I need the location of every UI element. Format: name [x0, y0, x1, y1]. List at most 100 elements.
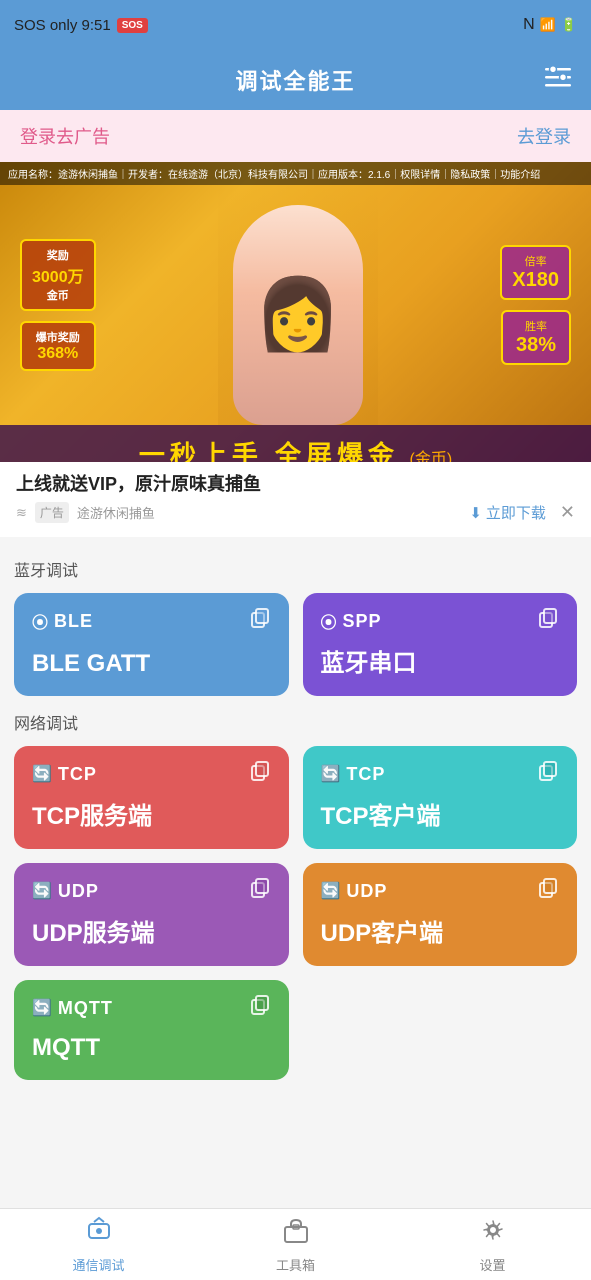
udp-server-button[interactable]: 🔄 UDP UDP服务端: [14, 863, 289, 966]
tcp-client-top: 🔄 TCP: [321, 760, 560, 788]
tcp-server-badge-text: TCP: [58, 764, 97, 785]
ble-btn-top: ⦿ BLE: [32, 607, 271, 635]
prize-box-1: 奖励 3000万 金币: [20, 239, 96, 311]
ad-top-bar: 应用名称：途游休闲捕鱼｜开发者：在线途游（北京）科技有限公司｜应用版本：2.1.…: [0, 162, 591, 185]
ad-prizes-left: 奖励 3000万 金币 爆市奖励 368%: [20, 239, 96, 371]
network-section-label: 网络调试: [14, 710, 577, 734]
mqtt-icon: 🔄: [32, 998, 53, 1018]
rate-box-1: 倍率 X180: [500, 245, 571, 300]
status-carrier: SOS only 9:51 SOS: [14, 17, 148, 34]
mqtt-top: 🔄 MQTT: [32, 994, 271, 1022]
nav-settings[interactable]: 设置: [394, 1216, 591, 1274]
udp-client-name: UDP客户端: [321, 913, 560, 948]
ad-source-name: 途游休闲捕鱼: [77, 503, 155, 522]
tcp-client-button[interactable]: 🔄 TCP TCP客户端: [303, 746, 578, 849]
mqtt-button[interactable]: 🔄 MQTT MQTT: [14, 980, 289, 1080]
ble-name: BLE GATT: [32, 650, 271, 678]
ad-title: 上线就送VIP，原汁原味真捕鱼: [0, 462, 591, 500]
prize-unit: 金币: [32, 287, 84, 303]
spp-button[interactable]: ⦿ SPP 蓝牙串口: [303, 593, 578, 696]
ble-badge: ⦿ BLE: [32, 609, 93, 633]
toolbox-icon: [282, 1216, 310, 1251]
ad-slogan-sub: (金币): [410, 451, 453, 462]
bluetooth-grid: ⦿ BLE BLE GATT ⦿ SPP: [14, 593, 577, 696]
tcp-client-badge: 🔄 TCP: [321, 764, 386, 785]
tcp-client-badge-text: TCP: [346, 764, 385, 785]
prize-num: 3000万: [32, 263, 84, 287]
copy-icon-ble[interactable]: [249, 607, 271, 635]
prize2-label: 爆市奖励: [32, 329, 84, 345]
status-bar: SOS only 9:51 SOS N 📶 🔋: [0, 0, 591, 50]
go-login-button[interactable]: 去登录: [517, 123, 571, 149]
ad-icon: ≋: [16, 505, 27, 521]
nav-toolbox[interactable]: 工具箱: [197, 1216, 394, 1274]
udp-server-name: UDP服务端: [32, 913, 271, 948]
copy-icon-tcp-server[interactable]: [249, 760, 271, 788]
ble-badge-text: BLE: [54, 611, 93, 632]
ad-slogan-main: 一秒上手 全屏爆金: [139, 440, 399, 462]
network-grid: 🔄 TCP TCP服务端 🔄 TCP: [14, 746, 577, 966]
copy-icon-tcp-client[interactable]: [537, 760, 559, 788]
ad-card: 应用名称：途游休闲捕鱼｜开发者：在线途游（北京）科技有限公司｜应用版本：2.1.…: [0, 162, 591, 537]
tcp-server-badge: 🔄 TCP: [32, 764, 97, 785]
udp-server-badge: 🔄 UDP: [32, 881, 99, 902]
copy-icon-spp[interactable]: [537, 607, 559, 635]
mqtt-badge: 🔄 MQTT: [32, 998, 113, 1019]
mqtt-badge-text: MQTT: [58, 998, 113, 1019]
comm-label: 通信调试: [72, 1255, 124, 1274]
main-content: 蓝牙调试 ⦿ BLE BLE GATT ⦿: [0, 537, 591, 1174]
tcp-server-icon: 🔄: [32, 764, 53, 784]
spp-badge: ⦿ SPP: [321, 609, 382, 633]
status-icons: N 📶 🔋: [523, 16, 577, 34]
tcp-server-name: TCP服务端: [32, 796, 271, 831]
app-title: 调试全能王: [235, 64, 355, 96]
bluetooth-icon: ⦿: [32, 609, 49, 633]
download-button[interactable]: ⬇ 立即下载: [469, 502, 546, 523]
mqtt-grid: 🔄 MQTT MQTT: [14, 980, 577, 1080]
ad-center: 奖励 3000万 金币 爆市奖励 368% 👩 倍率 X180: [0, 185, 591, 425]
wifi-icon: 🔋: [561, 17, 577, 33]
copy-icon-udp-client[interactable]: [537, 877, 559, 905]
ble-gatt-button[interactable]: ⦿ BLE BLE GATT: [14, 593, 289, 696]
spp-name: 蓝牙串口: [321, 643, 560, 678]
ad-source-left: ≋ 广告 途游休闲捕鱼: [16, 502, 155, 523]
login-ad-button[interactable]: 登录去广告: [20, 123, 110, 149]
ad-label-badge: 广告: [35, 502, 69, 523]
download-text: 立即下载: [486, 502, 546, 523]
ad-source-row: ≋ 广告 途游休闲捕鱼 ⬇ 立即下载 ✕: [0, 500, 591, 523]
spp-badge-text: SPP: [343, 611, 382, 632]
spp-btn-top: ⦿ SPP: [321, 607, 560, 635]
nav-comm[interactable]: 通信调试: [0, 1216, 197, 1274]
tcp-server-button[interactable]: 🔄 TCP TCP服务端: [14, 746, 289, 849]
settings-label: 设置: [479, 1255, 505, 1274]
ad-image[interactable]: 应用名称：途游休闲捕鱼｜开发者：在线途游（北京）科技有限公司｜应用版本：2.1.…: [0, 162, 591, 462]
udp-client-icon: 🔄: [321, 881, 342, 901]
copy-icon-udp-server[interactable]: [249, 877, 271, 905]
header: 调试全能王: [0, 50, 591, 110]
settings-nav-icon: [479, 1216, 507, 1251]
ad-close-button[interactable]: ✕: [560, 502, 575, 523]
rate2-label: 胜率: [513, 318, 559, 334]
rate2-num: 38%: [513, 334, 559, 357]
rate-box-2: 胜率 38%: [501, 310, 571, 365]
copy-icon-mqtt[interactable]: [249, 994, 271, 1022]
rate1-num: X180: [512, 269, 559, 292]
udp-server-icon: 🔄: [32, 881, 53, 901]
tcp-client-name: TCP客户端: [321, 796, 560, 831]
prize2-pct: 368%: [32, 345, 84, 363]
udp-client-button[interactable]: 🔄 UDP UDP客户端: [303, 863, 578, 966]
sos-icon: SOS: [117, 18, 148, 33]
prize-box-2: 爆市奖励 368%: [20, 321, 96, 371]
tcp-client-icon: 🔄: [321, 764, 342, 784]
tcp-server-top: 🔄 TCP: [32, 760, 271, 788]
settings-icon[interactable]: [545, 66, 571, 94]
udp-client-badge: 🔄 UDP: [321, 881, 388, 902]
ad-bottom-text: 一秒上手 全屏爆金 (金币): [0, 425, 591, 462]
carrier-text: SOS only 9:51: [14, 17, 111, 34]
udp-server-top: 🔄 UDP: [32, 877, 271, 905]
signal-bars-icon: 📶: [540, 17, 556, 33]
ad-prizes-right: 倍率 X180 胜率 38%: [500, 245, 571, 365]
ad-source-right: ⬇ 立即下载 ✕: [469, 502, 575, 523]
udp-client-badge-text: UDP: [346, 881, 387, 902]
toolbox-label: 工具箱: [276, 1255, 315, 1274]
